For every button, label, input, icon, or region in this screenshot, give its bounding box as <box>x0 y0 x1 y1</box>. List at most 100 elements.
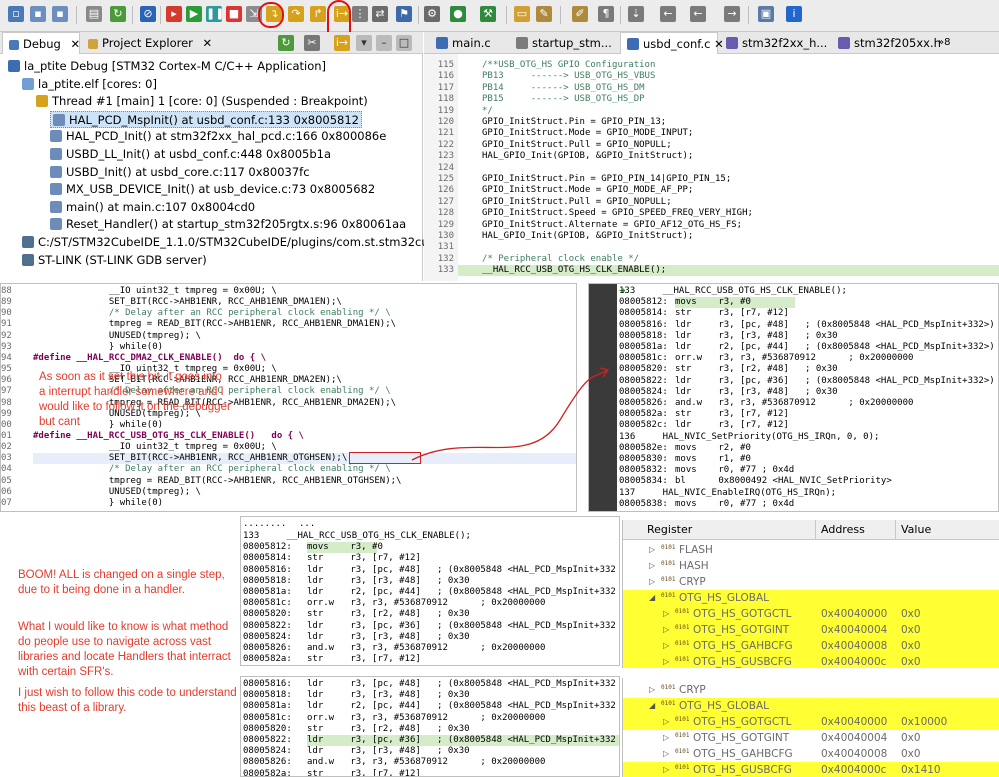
code-line: */ <box>482 105 493 116</box>
close-icon[interactable]: ✕ <box>203 36 213 50</box>
view-instruction-step-icon[interactable]: i→ <box>334 35 350 51</box>
column-value[interactable]: Value <box>901 523 931 536</box>
line-number: 121 <box>437 128 454 139</box>
next-annotation-icon[interactable]: ⇣ <box>628 6 644 22</box>
whitespace-icon[interactable]: ¶ <box>598 6 614 22</box>
code-line: HAL_GPIO_Init(GPIOB, &GPIO_InitStruct); <box>482 231 694 241</box>
register-row[interactable]: ▷ 0101 OTG_HS_GOTGCTL 0x40040000 0x10000 <box>623 714 999 730</box>
register-row[interactable]: ▷ 0101 OTG_HS_GAHBCFG 0x40040008 0x0 <box>623 746 999 762</box>
run-icon[interactable]: ● <box>450 6 466 22</box>
register-row[interactable]: ▷ 0101 OTG_HS_GAHBCFG 0x40040008 0x0 <box>623 638 999 654</box>
collapse-icon[interactable]: ◢ <box>649 590 655 606</box>
suspend-icon[interactable]: ❚❚ <box>206 6 224 22</box>
pen-icon[interactable]: ✐ <box>572 6 588 22</box>
expand-icon[interactable]: ▷ <box>663 746 669 762</box>
editor-tab[interactable]: startup_stm... <box>510 32 618 54</box>
register-row[interactable]: ▷ 0101 OTG_HS_GUSBCFG 0x4004000c 0x1410 <box>623 762 999 777</box>
debug-tree-item[interactable]: MX_USB_DEVICE_Init() at usb_device.c:73 … <box>50 181 375 198</box>
debug-tree-item[interactable]: USBD_LL_Init() at usbd_conf.c:448 0x8005… <box>50 146 331 163</box>
register-address: 0x40040004 <box>821 624 888 636</box>
debug-tree-item[interactable]: la_ptite Debug [STM32 Cortex-M C/C++ App… <box>8 58 326 75</box>
minimize-icon[interactable]: – <box>376 35 392 51</box>
editor-tab-active[interactable]: usbd_conf.c ✕ <box>620 32 724 54</box>
restart-icon[interactable]: ⇄ <box>372 6 388 22</box>
debug-icon[interactable]: ▤ <box>86 6 102 22</box>
register-row[interactable]: ▷ 0101 OTG_HS_GOTGINT 0x40040004 0x0 <box>623 622 999 638</box>
expand-icon[interactable]: ▷ <box>649 682 655 698</box>
register-row[interactable]: ▷ 0101 CRYP <box>623 682 999 698</box>
forward-nav-icon[interactable]: → <box>724 6 740 22</box>
new-icon[interactable]: ▫ <box>8 6 24 22</box>
register-row[interactable]: ▷ 0101 OTG_HS_GUSBCFG 0x4004000c 0x0 <box>623 654 999 668</box>
view-menu-icon[interactable]: ▾ <box>356 35 372 51</box>
expand-icon[interactable]: ▷ <box>649 574 655 590</box>
register-row[interactable]: ▷ 0101 OTG_HS_GOTGCTL 0x40040000 0x0 <box>623 606 999 622</box>
disasm-instruction: ldr r3, [r3, #48] ; 0x30 <box>307 575 470 586</box>
save-icon[interactable]: ▪ <box>30 6 46 22</box>
forward-icon[interactable]: ← <box>690 6 706 22</box>
editor-tab[interactable]: stm32f2xx_h... <box>720 32 830 54</box>
expand-icon[interactable]: ▷ <box>663 622 669 638</box>
register-row[interactable]: ▷ 0101 CRYP <box>623 574 999 590</box>
line-number: 129 <box>437 219 454 230</box>
disasm-address: 08005814: <box>619 308 668 319</box>
step-return-icon[interactable]: ↱ <box>310 6 326 22</box>
expand-icon[interactable]: ▷ <box>663 606 669 622</box>
skip-icon[interactable]: ↻ <box>110 6 126 22</box>
debug-tree-item[interactable]: la_ptite.elf [cores: 0] <box>22 76 157 93</box>
expand-icon[interactable]: ▷ <box>663 762 669 777</box>
tab-project-explorer[interactable]: Project Explorer ✕ <box>82 32 252 54</box>
resume-icon[interactable]: ▶ <box>186 6 202 22</box>
expand-icon[interactable]: ▷ <box>663 714 669 730</box>
debug-tree-item[interactable]: Thread #1 [main] 1 [core: 0] (Suspended … <box>36 93 368 110</box>
register-row[interactable]: ◢ 0101 OTG_HS_GLOBAL <box>623 590 999 606</box>
step-over-icon[interactable]: ↷ <box>288 6 304 22</box>
debug-tree-item[interactable]: Reset_Handler() at startup_stm32f205rgtx… <box>50 216 406 233</box>
debug-tree-item[interactable]: HAL_PCD_Init() at stm32f2xx_hal_pcd.c:16… <box>50 128 386 145</box>
line-number: 116 <box>437 71 454 82</box>
disasm-instruction: movs r2, #0 <box>675 442 751 453</box>
expand-icon[interactable]: ▷ <box>649 542 655 558</box>
view-skip-icon[interactable]: ↻ <box>278 35 294 51</box>
filter-icon[interactable]: ⋮ <box>352 6 368 22</box>
column-address[interactable]: Address <box>821 523 865 536</box>
column-register[interactable]: Register <box>647 523 692 536</box>
debug-tree-item[interactable]: ST-LINK (ST-LINK GDB server) <box>22 252 207 269</box>
register-icon: 0101 <box>675 624 690 631</box>
debug-tree-item[interactable]: HAL_PCD_MspInit() at usbd_conf.c:133 0x8… <box>50 110 362 128</box>
debug-tree-item[interactable]: main() at main.c:107 0x8004cd0 <box>50 199 255 216</box>
view-tools-icon[interactable]: ✂ <box>304 35 320 51</box>
skip-all-icon[interactable]: ⊘ <box>140 6 156 22</box>
disasm-address: 0800581c: <box>619 353 668 364</box>
relaunch-icon[interactable]: ▸ <box>166 6 182 22</box>
expand-icon[interactable]: ▷ <box>663 638 669 654</box>
register-row[interactable]: ▷ 0101 OTG_HS_GOTGINT 0x40040004 0x0 <box>623 730 999 746</box>
more-tabs[interactable]: »8 <box>932 32 972 54</box>
collapse-icon[interactable]: ◢ <box>649 698 655 714</box>
close-icon[interactable]: ✕ <box>70 37 80 51</box>
expand-icon[interactable]: ▷ <box>663 654 669 668</box>
open-folder-icon[interactable]: ▭ <box>514 6 530 22</box>
tab-debug[interactable]: Debug ✕ <box>2 32 80 54</box>
maximize-icon[interactable]: □ <box>396 35 412 51</box>
editor-tab[interactable]: stm32f205xx.h <box>832 32 941 54</box>
expand-icon[interactable]: ▷ <box>649 558 655 574</box>
build-icon[interactable]: ⚑ <box>396 6 412 22</box>
disasm-address: 08005816: <box>619 319 668 330</box>
register-row[interactable]: ▷ 0101 HASH <box>623 558 999 574</box>
info-icon[interactable]: i <box>786 6 802 22</box>
search-icon[interactable]: ✎ <box>536 6 552 22</box>
save-all-icon[interactable]: ▪ <box>52 6 68 22</box>
register-row[interactable]: ◢ 0101 OTG_HS_GLOBAL <box>623 698 999 714</box>
back-icon[interactable]: ← <box>660 6 676 22</box>
debug-tree-item[interactable]: USBD_Init() at usbd_core.c:117 0x80037fc <box>50 164 310 181</box>
editor-tab[interactable]: main.c <box>430 32 508 54</box>
window-icon[interactable]: ▣ <box>758 6 774 22</box>
terminate-icon[interactable]: ■ <box>226 6 242 22</box>
register-row[interactable]: ▷ 0101 FLASH <box>623 542 999 558</box>
debug-tree-item[interactable]: C:/ST/STM32CubeIDE_1.1.0/STM32CubeIDE/pl… <box>22 234 485 251</box>
expand-icon[interactable]: ▷ <box>663 730 669 746</box>
external-tools-icon[interactable]: ⚒ <box>480 6 496 22</box>
tools-icon[interactable]: ⚙ <box>424 6 440 22</box>
disasm-instruction: __HAL_RCC_USB_OTG_HS_CLK_ENABLE(); <box>641 286 847 296</box>
